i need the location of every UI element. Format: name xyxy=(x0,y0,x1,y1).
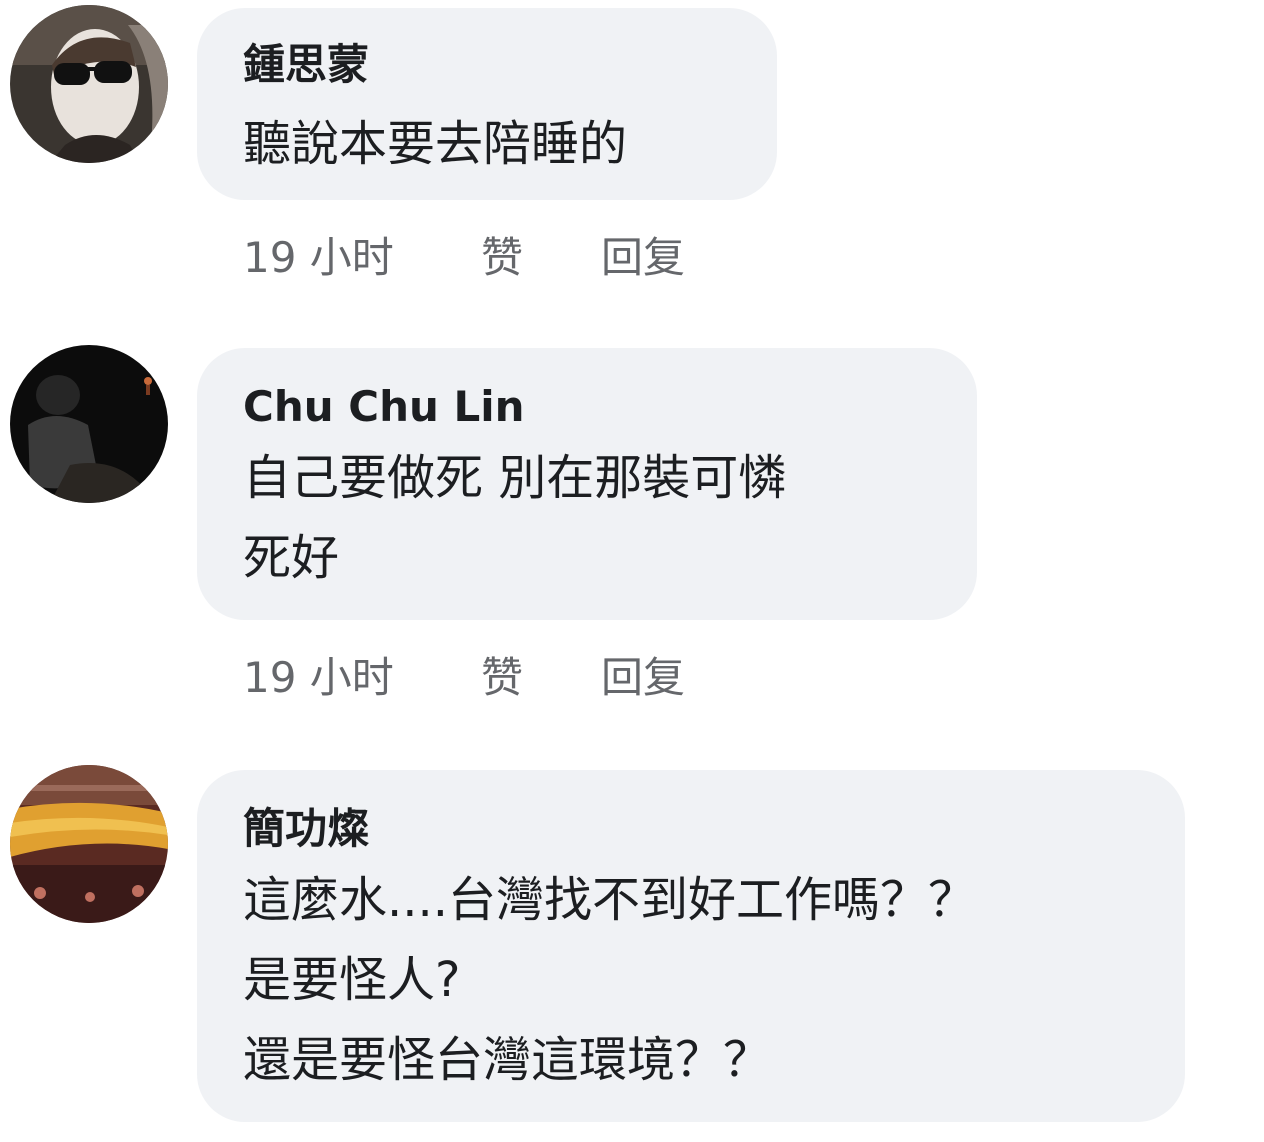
comment-bubble: 簡功燦 這麼水....台灣找不到好工作嗎？？ 是要怪人? 還是要怪台灣這環境？？ xyxy=(197,770,1185,1122)
avatar[interactable] xyxy=(10,5,168,163)
comment-author[interactable]: Chu Chu Lin xyxy=(243,348,937,428)
like-button[interactable]: 赞 xyxy=(481,644,601,705)
comment-text: 還是要怪台灣這環境？？ xyxy=(243,1032,772,1088)
comment-text: 聽說本要去陪睡的 xyxy=(243,116,628,172)
comment-actions: 19 小时 赞 回复 xyxy=(243,644,685,705)
comment-text: 這麼水....台灣找不到好工作嗎？？ xyxy=(243,872,977,928)
like-button[interactable]: 赞 xyxy=(481,224,601,285)
comment-bubble: 鍾思蒙 聽說本要去陪睡的 xyxy=(197,8,777,200)
comments-screen: 鍾思蒙 聽說本要去陪睡的 19 小时 赞 回复 Chu Chu Lin 自己要做… xyxy=(0,0,1264,1142)
comment-timestamp: 19 小时 xyxy=(243,233,394,282)
avatar-photo-icon xyxy=(10,765,168,923)
comment-bubble: Chu Chu Lin 自己要做死 別在那裝可憐 死好 xyxy=(197,348,977,620)
comment-text: 是要怪人? xyxy=(243,952,461,1008)
avatar-photo-icon xyxy=(10,345,168,503)
comment-author[interactable]: 鍾思蒙 xyxy=(243,8,737,86)
avatar-photo-icon xyxy=(10,5,168,163)
comment-author[interactable]: 簡功燦 xyxy=(243,770,1145,850)
avatar[interactable] xyxy=(10,345,168,503)
comment-text: 自己要做死 別在那裝可憐 xyxy=(243,450,787,506)
reply-button[interactable]: 回复 xyxy=(601,644,685,705)
reply-button[interactable]: 回复 xyxy=(601,224,685,285)
avatar[interactable] xyxy=(10,765,168,923)
comment-text: 死好 xyxy=(243,530,340,586)
comment-actions: 19 小时 赞 回复 xyxy=(243,224,685,285)
comment-timestamp: 19 小时 xyxy=(243,653,394,702)
